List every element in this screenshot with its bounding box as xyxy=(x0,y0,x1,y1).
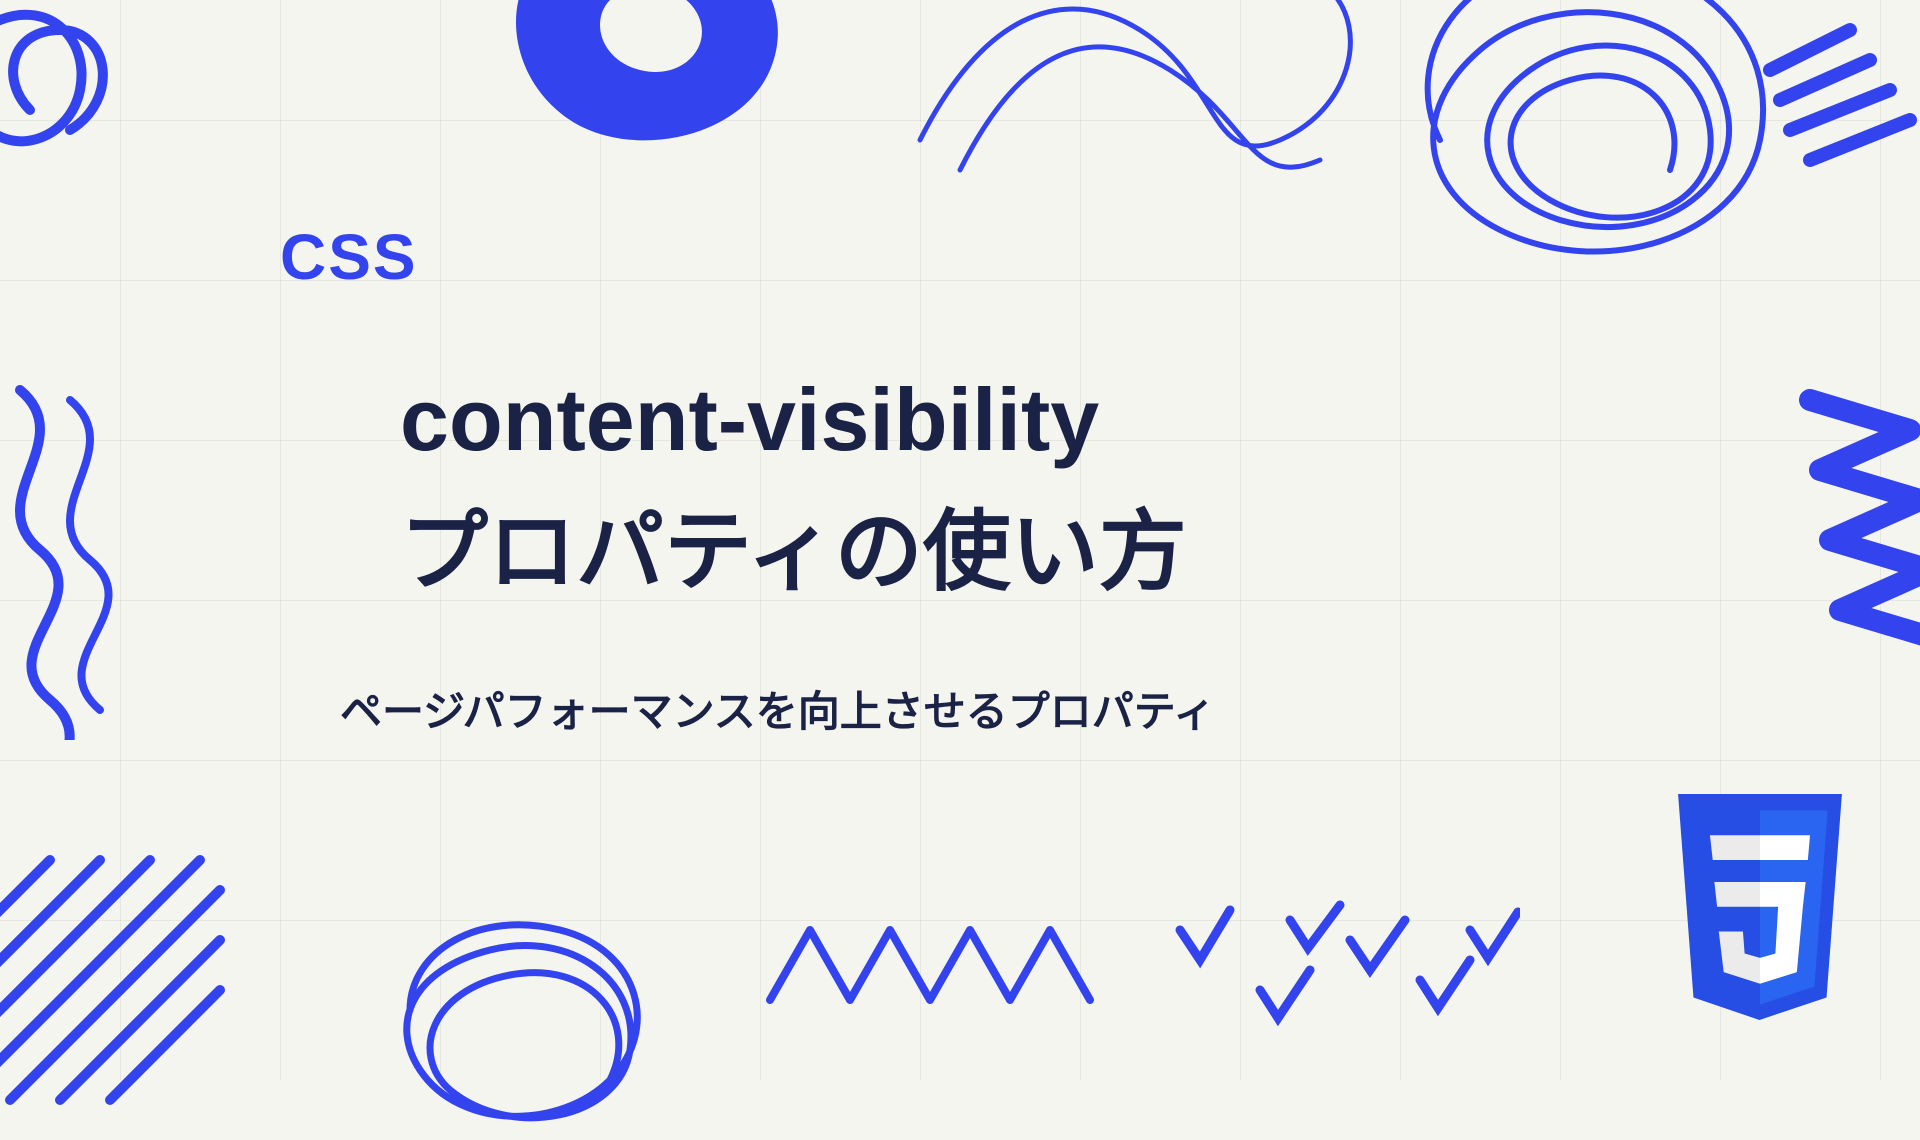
title-line-1: content-visibility xyxy=(400,354,1215,486)
css3-logo-icon xyxy=(1660,794,1860,1020)
main-content: CSS content-visibility プロパティの使い方 ページパフォー… xyxy=(280,220,1215,739)
title-line-2: プロパティの使い方 xyxy=(400,486,1215,618)
page-subtitle: ページパフォーマンスを向上させるプロパティ xyxy=(340,678,1215,739)
category-label: CSS xyxy=(280,220,1215,294)
page-title: content-visibility プロパティの使い方 xyxy=(400,354,1215,618)
